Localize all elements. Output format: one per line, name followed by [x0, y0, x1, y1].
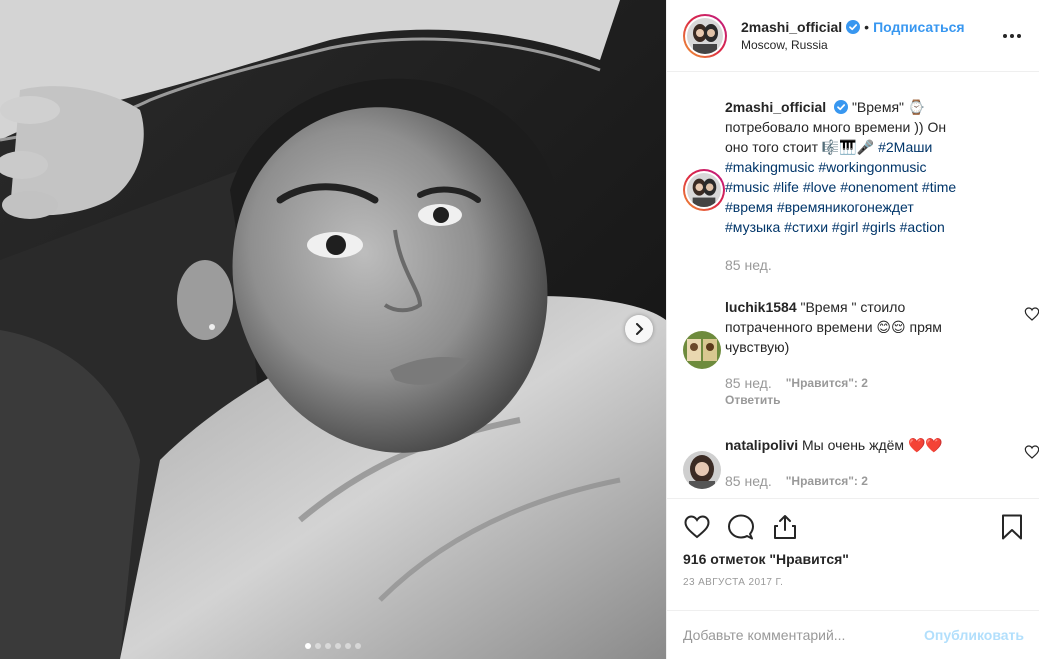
verified-badge-icon — [846, 20, 861, 34]
comment-body: natalipolivi Мы очень ждём ❤️❤️ — [725, 435, 971, 455]
post-sidebar: 2mashi_official • Подписаться Moscow, Ru… — [666, 0, 1039, 659]
carousel-dot — [305, 643, 311, 649]
avatar-image — [687, 17, 723, 54]
post-date[interactable]: 23 АВГУСТА 2017 Г. — [683, 577, 783, 588]
carousel-dot — [355, 643, 361, 649]
like-heart-icon[interactable] — [683, 513, 711, 541]
likes-count[interactable]: 916 отметок "Нравится" — [683, 551, 849, 567]
comment-body: luchik1584 "Время " стоило потраченного … — [725, 297, 971, 357]
hashtag-link[interactable]: #makingmusic — [725, 159, 814, 175]
hashtag-link[interactable]: #girl — [832, 219, 858, 235]
hashtag-link[interactable]: #onenoment — [840, 179, 918, 195]
caption: 2mashi_official "Время" ⌚ потребовало мн… — [725, 97, 971, 237]
carousel-indicator — [0, 643, 666, 649]
verified-badge-icon — [834, 100, 849, 114]
caption-avatar[interactable] — [683, 169, 725, 211]
caption-username[interactable]: 2mashi_official — [725, 99, 826, 115]
hashtag-link[interactable]: #time — [922, 179, 956, 195]
instagram-post: 2mashi_official • Подписаться Moscow, Ru… — [0, 0, 1039, 659]
carousel-dot — [315, 643, 321, 649]
commenter-avatar[interactable] — [683, 451, 721, 489]
post-header: 2mashi_official • Подписаться Moscow, Ru… — [667, 0, 1039, 72]
hashtag-link[interactable]: #2Маши — [878, 139, 932, 155]
hashtag-link[interactable]: #время — [725, 199, 773, 215]
header-username[interactable]: 2mashi_official — [741, 19, 842, 35]
next-slide-button[interactable] — [625, 315, 653, 343]
more-options-button[interactable] — [1000, 24, 1024, 48]
comment-likes[interactable]: "Нравится": 2 — [786, 474, 868, 488]
ellipsis-icon — [1003, 34, 1007, 38]
follow-button[interactable]: Подписаться — [873, 19, 965, 35]
comment-input[interactable] — [683, 627, 925, 643]
hashtag-link[interactable]: #workingonmusic — [818, 159, 926, 175]
post-location[interactable]: Moscow, Russia — [741, 38, 965, 52]
post-actions: 916 отметок "Нравится" 23 АВГУСТА 2017 Г… — [667, 498, 1039, 609]
comment-username[interactable]: luchik1584 — [725, 299, 797, 315]
hashtag-link[interactable]: #action — [900, 219, 945, 235]
avatar[interactable] — [683, 13, 727, 58]
caption-meta: 85 нед. — [725, 257, 772, 273]
comment-composer: Опубликовать — [667, 610, 1039, 659]
comment-time[interactable]: 85 нед. — [725, 473, 772, 489]
commenter-avatar[interactable] — [683, 331, 721, 369]
hashtag-link[interactable]: #life — [773, 179, 799, 195]
comment-like-icon[interactable] — [1024, 444, 1039, 460]
comment-meta: 85 нед. "Нравится": 2 — [725, 375, 868, 391]
reply-button[interactable]: Ответить — [725, 393, 780, 407]
hashtag-link[interactable]: #музыка — [725, 219, 780, 235]
post-photo[interactable] — [0, 0, 666, 659]
portrait-photo — [0, 0, 666, 659]
chevron-right-icon — [636, 323, 644, 335]
hashtag-link[interactable]: #music — [725, 179, 769, 195]
bookmark-icon[interactable] — [998, 513, 1026, 541]
hashtag-link[interactable]: #girls — [862, 219, 895, 235]
carousel-dot — [345, 643, 351, 649]
publish-button[interactable]: Опубликовать — [924, 627, 1024, 643]
carousel-dot — [335, 643, 341, 649]
comment-bubble-icon[interactable] — [727, 513, 755, 541]
comment-text: Мы очень ждём ❤️❤️ — [802, 437, 943, 453]
comment-like-icon[interactable] — [1024, 306, 1039, 322]
comments-list[interactable]: 2mashi_official "Время" ⌚ потребовало мн… — [667, 73, 1039, 497]
caption-time[interactable]: 85 нед. — [725, 257, 772, 273]
share-icon[interactable] — [771, 513, 799, 541]
comment-likes[interactable]: "Нравится": 2 — [786, 376, 868, 390]
carousel-dot — [325, 643, 331, 649]
hashtag-link[interactable]: #стихи — [784, 219, 828, 235]
caption-avatar-image — [687, 173, 721, 207]
comment-meta: 85 нед. "Нравится": 2 — [725, 473, 868, 489]
comment-username[interactable]: natalipolivi — [725, 437, 798, 453]
header-separator: • — [864, 19, 870, 35]
comment-time[interactable]: 85 нед. — [725, 375, 772, 391]
hashtag-link[interactable]: #времяникогонеждет — [777, 199, 914, 215]
hashtag-link[interactable]: #love — [803, 179, 836, 195]
